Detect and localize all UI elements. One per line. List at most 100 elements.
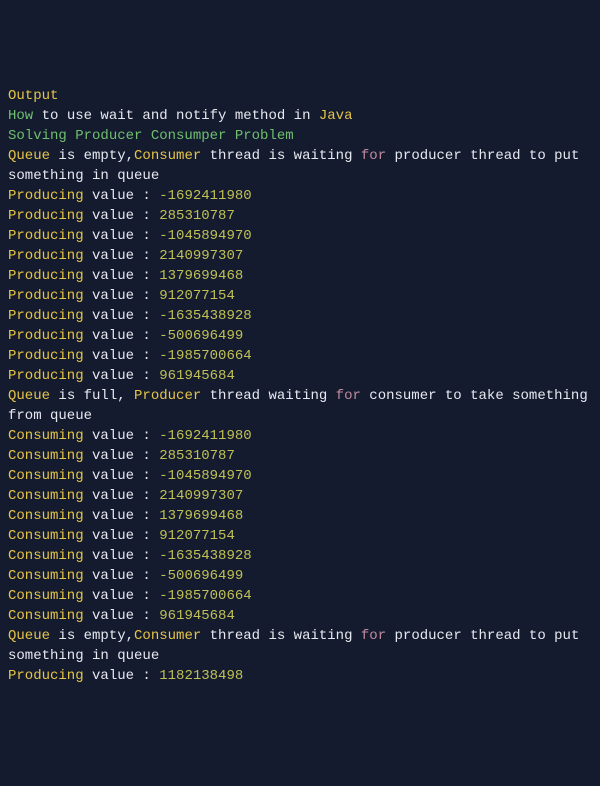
token: Consuming	[8, 528, 84, 544]
console-line: Producing value : 912077154	[8, 286, 592, 306]
token: Queue	[8, 628, 50, 644]
console-line: Queue is empty,Consumer thread is waitin…	[8, 626, 592, 666]
token: thread is waiting	[201, 628, 361, 644]
console-line: Consuming value : 961945684	[8, 606, 592, 626]
token: value :	[84, 328, 160, 344]
console-line: Producing value : -1692411980	[8, 186, 592, 206]
console-line: Consuming value : 285310787	[8, 446, 592, 466]
token: 285310787	[159, 208, 235, 224]
token: -1045894970	[159, 468, 251, 484]
token: Consuming	[8, 588, 84, 604]
token: Producing	[8, 328, 84, 344]
token: -1692411980	[159, 428, 251, 444]
token: Consuming	[8, 508, 84, 524]
token: thread is waiting	[201, 148, 361, 164]
console-line: Producing value : 285310787	[8, 206, 592, 226]
token: Consuming	[8, 608, 84, 624]
console-line: Producing value : 1379699468	[8, 266, 592, 286]
token: -1692411980	[159, 188, 251, 204]
token: value :	[84, 528, 160, 544]
console-line: Producing value : 2140997307	[8, 246, 592, 266]
token: 285310787	[159, 448, 235, 464]
token: -1985700664	[159, 588, 251, 604]
token: How	[8, 108, 33, 124]
token: Consuming	[8, 488, 84, 504]
console-line: Producing value : -1985700664	[8, 346, 592, 366]
console-line: How to use wait and notify method in Jav…	[8, 106, 592, 126]
token: Producing	[8, 668, 84, 684]
token: Producing	[8, 268, 84, 284]
token: Producing	[8, 308, 84, 324]
token: 961945684	[159, 608, 235, 624]
console-line: Output	[8, 86, 592, 106]
token: for	[361, 148, 386, 164]
token: 1379699468	[159, 508, 243, 524]
token: value :	[84, 448, 160, 464]
token: is empty,	[50, 148, 134, 164]
console-line: Producing value : 1182138498	[8, 666, 592, 686]
token: value :	[84, 348, 160, 364]
token: -1045894970	[159, 228, 251, 244]
token: for	[361, 628, 386, 644]
token: Solving Producer Consumper Problem	[8, 128, 294, 144]
token: value :	[84, 468, 160, 484]
token: Producing	[8, 248, 84, 264]
console-line: Producing value : 961945684	[8, 366, 592, 386]
token: Consuming	[8, 468, 84, 484]
token: Producing	[8, 348, 84, 364]
token: value :	[84, 288, 160, 304]
token: 1182138498	[159, 668, 243, 684]
token: Consuming	[8, 448, 84, 464]
token: Producing	[8, 288, 84, 304]
token: Consumer	[134, 148, 201, 164]
token: Producing	[8, 228, 84, 244]
console-line: Producing value : -500696499	[8, 326, 592, 346]
console-line: Consuming value : 912077154	[8, 526, 592, 546]
console-output: Output How to use wait and notify method …	[8, 86, 592, 686]
token: Queue	[8, 148, 50, 164]
token: for	[336, 388, 361, 404]
token: value :	[84, 308, 160, 324]
token: Consuming	[8, 568, 84, 584]
token: value :	[84, 488, 160, 504]
token: -1635438928	[159, 548, 251, 564]
token: Producing	[8, 208, 84, 224]
console-line: Solving Producer Consumper Problem	[8, 126, 592, 146]
console-line: Consuming value : -1692411980	[8, 426, 592, 446]
token: Producing	[8, 188, 84, 204]
token: 912077154	[159, 528, 235, 544]
token: value :	[84, 508, 160, 524]
token: 912077154	[159, 288, 235, 304]
console-line: Producing value : -1045894970	[8, 226, 592, 246]
console-line: Consuming value : -1635438928	[8, 546, 592, 566]
console-line: Consuming value : -1045894970	[8, 466, 592, 486]
token: 2140997307	[159, 248, 243, 264]
token: value :	[84, 228, 160, 244]
token: value :	[84, 588, 160, 604]
console-line: Consuming value : 2140997307	[8, 486, 592, 506]
token: is empty,	[50, 628, 134, 644]
token: value :	[84, 568, 160, 584]
console-line: Consuming value : -1985700664	[8, 586, 592, 606]
token: Producer	[134, 388, 201, 404]
console-line: Queue is full, Producer thread waiting f…	[8, 386, 592, 426]
token: value :	[84, 668, 160, 684]
console-line: Consuming value : 1379699468	[8, 506, 592, 526]
token: Java	[319, 108, 353, 124]
console-line: Producing value : -1635438928	[8, 306, 592, 326]
token: Producing	[8, 368, 84, 384]
token: value :	[84, 548, 160, 564]
token: -1635438928	[159, 308, 251, 324]
token: -1985700664	[159, 348, 251, 364]
token: value :	[84, 368, 160, 384]
token: value :	[84, 268, 160, 284]
token: is full,	[50, 388, 134, 404]
token: -500696499	[159, 568, 243, 584]
console-line: Consuming value : -500696499	[8, 566, 592, 586]
console-line: Queue is empty,Consumer thread is waitin…	[8, 146, 592, 186]
token: thread waiting	[201, 388, 335, 404]
token: Output	[8, 88, 58, 104]
token: Queue	[8, 388, 50, 404]
token: -500696499	[159, 328, 243, 344]
token: value :	[84, 188, 160, 204]
